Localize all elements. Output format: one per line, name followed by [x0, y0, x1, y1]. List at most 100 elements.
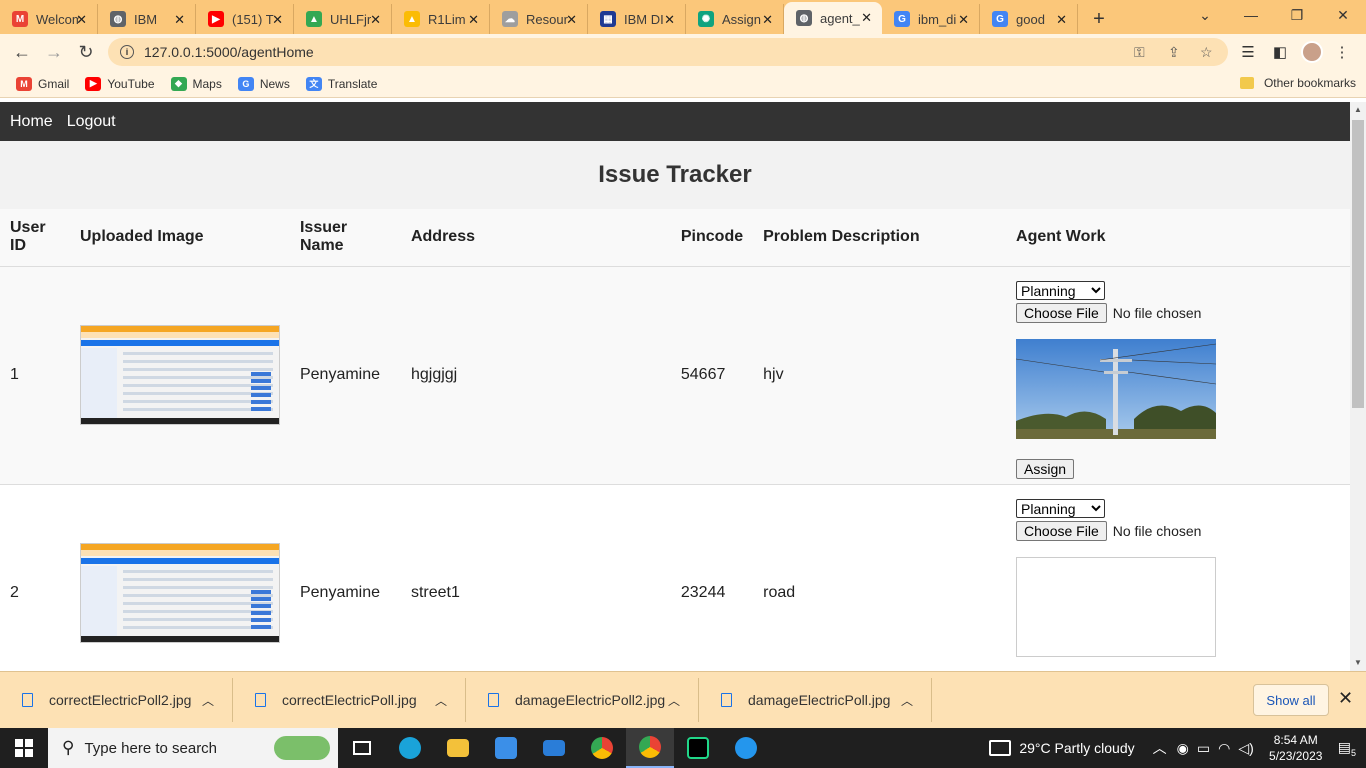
browser-tab[interactable]: ▶ (151) T ✕ [196, 4, 294, 34]
scroll-up-icon[interactable]: ▲ [1350, 102, 1366, 116]
tab-close-icon[interactable]: ✕ [1056, 12, 1067, 28]
file-upload: Choose File No file chosen [1016, 303, 1340, 323]
bookmark-item[interactable]: M Gmail [16, 76, 69, 91]
browser-tab[interactable]: ▲ R1Lim ✕ [392, 4, 490, 34]
restore-button[interactable]: ❐ [1282, 0, 1312, 30]
menu-icon[interactable]: ⋮ [1332, 36, 1352, 68]
mail-icon[interactable] [530, 728, 578, 768]
chevron-up-icon[interactable]: ︿ [668, 692, 680, 709]
browser-tab[interactable]: Ggood ✕ [980, 4, 1078, 34]
download-item[interactable]: correctElectricPoll.jpg ︿ [233, 678, 466, 722]
windows-start-icon[interactable] [0, 728, 48, 768]
bookmark-star-icon[interactable]: ☆ [1200, 38, 1213, 66]
wifi-icon[interactable]: ◠ [1218, 740, 1230, 757]
store-icon[interactable] [482, 728, 530, 768]
tab-title: Assign [722, 11, 762, 27]
bookmark-item[interactable]: 文 Translate [305, 76, 377, 91]
tab-close-icon[interactable]: ✕ [370, 12, 381, 28]
notification-icon[interactable]: ▤5 [1338, 739, 1356, 758]
choose-file-button[interactable]: Choose File [1016, 303, 1107, 323]
download-item[interactable]: correctElectricPoll2.jpg ︿ [0, 678, 233, 722]
chevron-up-icon[interactable]: ︿ [901, 692, 913, 709]
download-item[interactable]: damageElectricPoll.jpg ︿ [699, 678, 932, 722]
tab-search-icon[interactable]: ⌄ [1190, 0, 1220, 30]
share-icon[interactable]: ⇪ [1168, 38, 1180, 66]
bookmark-item[interactable]: ◆ Maps [170, 76, 222, 91]
reload-icon[interactable]: ↻ [70, 36, 102, 68]
status-select[interactable]: Planning [1016, 281, 1106, 300]
weather-text[interactable]: 29°C Partly cloudy [1019, 740, 1134, 756]
chevron-up-icon[interactable]: ︿ [1153, 738, 1167, 758]
docker-icon[interactable] [722, 728, 770, 768]
tab-close-icon[interactable]: ✕ [76, 12, 87, 28]
new-tab-button[interactable]: + [1084, 4, 1114, 34]
download-item[interactable]: damageElectricPoll2.jpg ︿ [466, 678, 699, 722]
scroll-thumb[interactable] [1352, 120, 1364, 408]
choose-file-button[interactable]: Choose File [1016, 521, 1107, 541]
tab-title: agent_ [820, 10, 860, 26]
image-cell [69, 266, 290, 485]
chevron-up-icon[interactable]: ︿ [202, 692, 214, 709]
show-all-button[interactable]: Show all [1253, 684, 1329, 716]
downloads-bar: correctElectricPoll2.jpg ︿ correctElectric… [0, 671, 1366, 728]
tab-close-icon[interactable]: ✕ [566, 12, 577, 28]
browser-tab[interactable]: ▦ IBM DI ✕ [588, 4, 686, 34]
task-view-icon[interactable] [338, 728, 386, 768]
file-upload: Choose File No file chosen [1016, 521, 1340, 541]
close-window-button[interactable]: ✕ [1328, 0, 1358, 30]
bookmark-item[interactable]: G News [237, 76, 290, 91]
home-link[interactable]: Home [10, 113, 53, 131]
browser-tab[interactable]: ☁ Resour ✕ [490, 4, 588, 34]
browser-tab[interactable]: ◍ IBM ✕ [98, 4, 196, 34]
uploaded-image[interactable] [79, 543, 280, 643]
side-panel-icon[interactable]: ◧ [1268, 36, 1292, 68]
tab-title: UHLFjr [330, 11, 372, 27]
logout-link[interactable]: Logout [67, 113, 116, 131]
uploaded-image[interactable] [79, 325, 280, 425]
forward-icon[interactable]: → [38, 36, 70, 68]
pycharm-icon[interactable] [674, 728, 722, 768]
scroll-down-icon[interactable]: ▼ [1350, 655, 1366, 669]
chevron-up-icon[interactable]: ︿ [435, 692, 447, 709]
tab-title: Resour [526, 11, 568, 27]
taskbar-search[interactable]: ⚲ Type here to search [48, 728, 338, 768]
tab-favicon-icon: ▲ [404, 11, 420, 27]
browser-tab[interactable]: M Welcome✕ [0, 4, 98, 34]
media-control-icon[interactable]: ☰ [1236, 36, 1260, 68]
file-explorer-icon[interactable] [434, 728, 482, 768]
tab-close-icon[interactable]: ✕ [174, 12, 185, 28]
browser-tab[interactable]: Gibm_di ✕ [882, 4, 980, 34]
bookmark-list: M Gmail ▶ YouTube ◆ Maps G News 文 Translate [0, 76, 377, 91]
chrome-icon[interactable] [578, 728, 626, 768]
bookmark-item[interactable]: ▶ YouTube [85, 76, 155, 91]
site-info-icon[interactable]: i [120, 45, 134, 59]
tab-favicon-icon: G [894, 11, 910, 27]
address-bar[interactable]: i 127.0.0.1:5000/agentHome ⚿ ⇪ ☆ [108, 38, 1228, 66]
volume-icon[interactable]: ◁) [1238, 740, 1253, 757]
close-downloads-icon[interactable]: ✕ [1338, 688, 1353, 709]
meet-icon[interactable]: ◉ [1177, 740, 1189, 757]
browser-tab[interactable]: ◍ agent_ ✕ [784, 2, 882, 34]
page-scrollbar[interactable]: ▲ ▼ [1350, 102, 1366, 671]
browser-tab[interactable]: ▲ UHLFjr ✕ [294, 4, 392, 34]
minimize-button[interactable]: — [1236, 0, 1266, 30]
chrome-active-icon[interactable] [626, 728, 674, 768]
back-icon[interactable]: ← [6, 36, 38, 68]
user-id-cell: 2 [0, 484, 70, 671]
assign-button[interactable]: Assign [1016, 459, 1075, 479]
browser-tab[interactable]: ✺ Assign ✕ [686, 4, 784, 34]
edge-icon[interactable] [386, 728, 434, 768]
status-select[interactable]: Planning [1016, 499, 1106, 518]
tab-close-icon[interactable]: ✕ [664, 12, 675, 28]
clock[interactable]: 8:54 AM 5/23/2023 [1260, 732, 1332, 764]
tab-close-icon[interactable]: ✕ [958, 12, 969, 28]
tab-close-icon[interactable]: ✕ [272, 12, 283, 28]
other-bookmarks[interactable]: Other bookmarks [1239, 76, 1356, 90]
tab-close-icon[interactable]: ✕ [468, 12, 479, 28]
profile-avatar[interactable] [1300, 36, 1324, 68]
tab-close-icon[interactable]: ✕ [762, 12, 773, 28]
no-file-label: No file chosen [1112, 523, 1202, 539]
battery-icon[interactable]: ▭ [1197, 740, 1210, 757]
key-icon[interactable]: ⚿ [1134, 38, 1145, 66]
tab-close-icon[interactable]: ✕ [861, 10, 872, 26]
